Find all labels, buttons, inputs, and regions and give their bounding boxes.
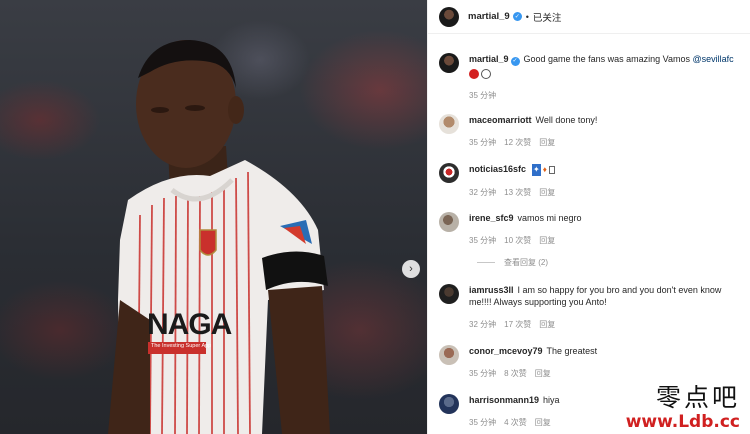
comment-meta: 35 分钟 10 次赞 回复 [469, 235, 739, 246]
comment-username[interactable]: irene_sfc9 [469, 213, 514, 223]
instagram-post: NAGA The Investing Super App › martial_9… [0, 0, 750, 434]
verified-badge-icon: ✓ [512, 12, 522, 21]
comment-item: irene_sfc9 vamos mi negro 35 分钟 10 次赞 回复 [439, 212, 739, 246]
view-replies-button[interactable]: 查看回复 (2) [477, 257, 548, 268]
replies-divider [477, 262, 495, 263]
author-avatar[interactable] [439, 6, 459, 27]
caption-emojis [469, 68, 739, 80]
comment-username[interactable]: maceomarriott [469, 115, 532, 125]
unknown-emoji-icon [548, 165, 555, 174]
comment-meta: 32 分钟 17 次赞 回复 [469, 319, 739, 330]
comment-meta: 35 分钟 8 次赞 回复 [469, 368, 739, 379]
commenter-avatar[interactable] [439, 394, 459, 414]
comment-username[interactable]: noticias16sfc [469, 164, 526, 174]
comment-likes[interactable]: 12 次赞 [504, 137, 531, 148]
commenter-avatar[interactable] [439, 114, 459, 134]
reply-button[interactable]: 回复 [535, 368, 551, 379]
red-circle-icon [469, 69, 479, 80]
sponsor-logo: NAGA [147, 308, 232, 341]
caption-time[interactable]: 35 分钟 [469, 90, 496, 101]
caption: martial_9 ✓ Good game the fans was amazing… [439, 53, 739, 101]
comment-likes[interactable]: 13 次赞 [504, 187, 531, 198]
reply-button[interactable]: 回复 [539, 187, 555, 198]
comment-time[interactable]: 32 分钟 [469, 319, 496, 330]
next-image-button[interactable]: › [402, 260, 420, 278]
comment-meta: 32 分钟 13 次赞 回复 [469, 187, 739, 198]
comment-item: iamruss3ll I am so happy for you bro and … [439, 284, 739, 330]
reply-button[interactable]: 回复 [539, 235, 555, 246]
verified-badge-icon: ✓ [510, 56, 520, 66]
comment-username[interactable]: iamruss3ll [469, 285, 514, 295]
caption-meta: 35 分钟 [469, 90, 739, 101]
author-username[interactable]: martial_9 [468, 11, 510, 22]
comment-item: noticias16sfc ✦ ♦ 32 分钟 13 次赞 回复 [439, 163, 739, 198]
comment-text: The greatest [546, 346, 598, 356]
comment-username[interactable]: conor_mcevoy79 [469, 346, 543, 356]
commenter-avatar[interactable] [439, 284, 459, 304]
comment-likes[interactable]: 8 次赞 [504, 368, 527, 379]
reply-button[interactable]: 回复 [535, 417, 551, 428]
caption-text: Good game the fans was amazing Vamos [523, 54, 690, 64]
comment-username[interactable]: harrisonmann19 [469, 395, 539, 405]
comment-likes[interactable]: 4 次赞 [504, 417, 527, 428]
comment-item: maceomarriott Well done tony! 35 分钟 12 次赞… [439, 114, 739, 148]
comment-time[interactable]: 35 分钟 [469, 417, 496, 428]
commenter-avatar[interactable] [439, 212, 459, 232]
reply-button[interactable]: 回复 [539, 137, 555, 148]
chevron-right-icon: › [409, 262, 413, 275]
comment-time[interactable]: 32 分钟 [469, 187, 496, 198]
watermark-url: www.Ldb.cc [625, 412, 740, 432]
post-photo[interactable]: NAGA The Investing Super App › [0, 0, 427, 434]
separator-dot: • [525, 11, 529, 22]
white-circle-icon [481, 69, 491, 80]
caption-avatar[interactable] [439, 53, 459, 73]
comment-text: Well done tony! [535, 115, 598, 125]
caption-username[interactable]: martial_9 [469, 54, 509, 64]
comment-time[interactable]: 35 分钟 [469, 235, 496, 246]
watermark-chinese: 零点吧 [655, 383, 740, 412]
commenter-avatar[interactable] [439, 345, 459, 365]
fire-emoji-icon: ♦ [542, 164, 547, 174]
comment-time[interactable]: 35 分钟 [469, 368, 496, 379]
sponsor-tagline: The Investing Super App [151, 343, 212, 349]
comment-meta: 35 分钟 12 次赞 回复 [469, 137, 739, 148]
comment-text: hiya [543, 395, 560, 405]
site-watermark: 零点吧 www.Ldb.cc [625, 383, 740, 433]
comment-text: vamos mi negro [517, 213, 582, 223]
reply-button[interactable]: 回复 [539, 319, 555, 330]
commenter-avatar[interactable] [439, 163, 459, 183]
comment-likes[interactable]: 17 次赞 [504, 319, 531, 330]
post-details-panel: martial_9 ✓ • 已关注 martial_9 ✓ Good game th… [427, 0, 750, 434]
comment-item: conor_mcevoy79 The greatest 35 分钟 8 次赞 回复 [439, 345, 739, 379]
comment-time[interactable]: 35 分钟 [469, 137, 496, 148]
view-replies-label: 查看回复 (2) [504, 258, 548, 267]
player-illustration [108, 40, 330, 434]
mention-link[interactable]: @sevillafc [692, 54, 733, 64]
comment-likes[interactable]: 10 次赞 [504, 235, 531, 246]
follow-status-button[interactable]: 已关注 [533, 10, 562, 24]
post-header: martial_9 ✓ • 已关注 [428, 0, 750, 34]
flag-emoji-icon: ✦ [532, 163, 541, 176]
